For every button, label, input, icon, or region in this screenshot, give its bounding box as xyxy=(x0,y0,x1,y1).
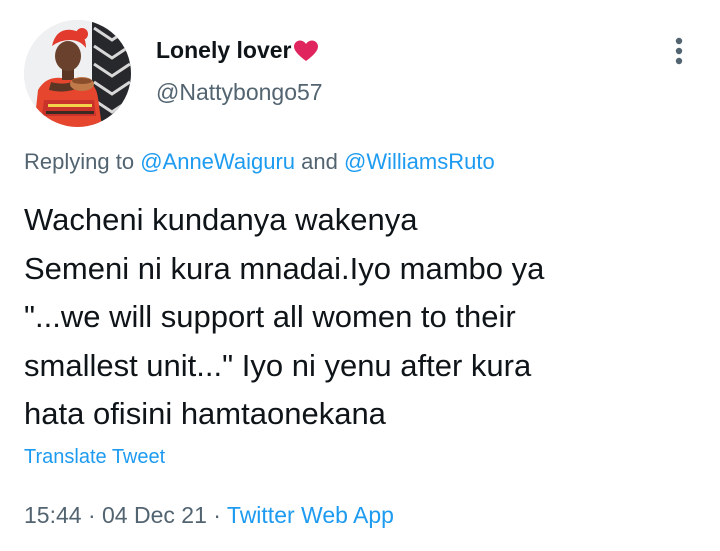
avatar-image xyxy=(24,20,131,127)
tweet-line: hata ofisini hamtaonekana xyxy=(24,396,386,431)
replying-conjunction: and xyxy=(301,149,338,174)
mention-williamsruto[interactable]: @WilliamsRuto xyxy=(344,149,495,174)
tweet-line: smallest unit..." Iyo ni yenu after kura xyxy=(24,347,532,383)
tweet-text: Wacheni kundanya wakenya Semeni ni kura … xyxy=(24,196,704,439)
replying-to: Replying to @AnneWaiguru and @WilliamsRu… xyxy=(24,149,495,175)
tweet-date[interactable]: 04 Dec 21 xyxy=(102,502,207,528)
display-name[interactable]: Lonely lover xyxy=(156,37,319,64)
tweet-metadata: 15:44 · 04 Dec 21 · Twitter Web App xyxy=(24,502,394,529)
tweet-line: "...we will support all women to their xyxy=(24,299,516,334)
more-options-icon[interactable] xyxy=(664,34,694,68)
mention-annewaiguru[interactable]: @AnneWaiguru xyxy=(140,149,295,174)
red-heart-icon xyxy=(293,39,319,63)
translate-tweet-link[interactable]: Translate Tweet xyxy=(24,446,165,469)
tweet-line: Semeni ni kura mnadai.Iyo mambo ya xyxy=(24,250,545,286)
meta-separator: · xyxy=(213,502,221,528)
source-app-link[interactable]: Twitter Web App xyxy=(227,502,394,528)
user-handle[interactable]: @Nattybongo57 xyxy=(156,79,323,106)
meta-separator: · xyxy=(87,502,96,528)
tweet-time[interactable]: 15:44 xyxy=(24,502,82,528)
replying-to-label: Replying to xyxy=(24,149,135,174)
display-name-text: Lonely lover xyxy=(156,37,292,63)
profile-avatar[interactable] xyxy=(24,20,131,127)
tweet-line: Wacheni kundanya wakenya xyxy=(24,202,418,237)
